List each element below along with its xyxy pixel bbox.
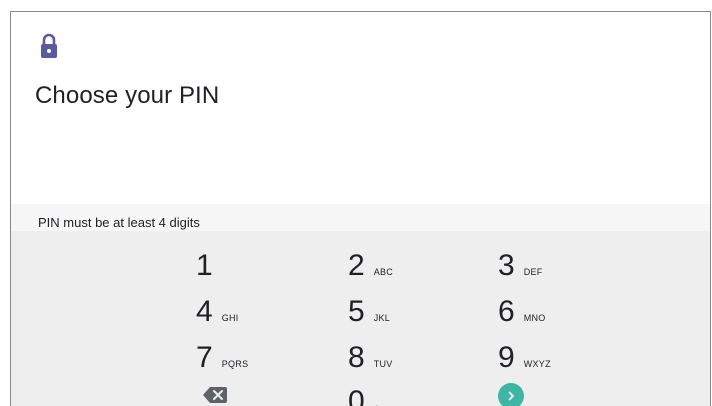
key-digit: 4 <box>196 295 213 328</box>
key-letters: MNO <box>523 313 546 323</box>
key-letters: ABC <box>373 267 394 277</box>
key-digit: 3 <box>498 249 515 282</box>
key-letters: JKL <box>373 313 391 323</box>
key-1[interactable]: 1 <box>196 243 213 283</box>
helper-text: PIN must be at least 4 digits <box>38 215 200 230</box>
key-9[interactable]: 9 WXYZ <box>498 335 551 375</box>
next-button[interactable] <box>498 383 524 406</box>
numeric-keypad: 1 2 ABC 3 DEF 4 GHI 5 JKL 6 MNO 7 PQRS 8 <box>11 231 710 406</box>
key-digit: 0 <box>348 385 365 406</box>
key-letters: WXYZ <box>523 359 551 369</box>
key-7[interactable]: 7 PQRS <box>196 335 248 375</box>
key-digit: 7 <box>196 341 213 374</box>
key-2[interactable]: 2 ABC <box>348 243 393 283</box>
key-0[interactable]: 0 + <box>348 379 379 406</box>
key-digit: 2 <box>348 249 365 282</box>
key-5[interactable]: 5 JKL <box>348 289 390 329</box>
key-letters: TUV <box>373 359 393 369</box>
key-4[interactable]: 4 GHI <box>196 289 239 329</box>
chevron-right-icon <box>508 391 514 401</box>
lock-icon <box>41 33 57 58</box>
key-letters: PQRS <box>221 359 249 369</box>
key-digit: 5 <box>348 295 365 328</box>
pin-input[interactable] <box>38 162 698 206</box>
key-3[interactable]: 3 DEF <box>498 243 543 283</box>
key-8[interactable]: 8 TUV <box>348 335 393 375</box>
key-letters: GHI <box>221 313 239 323</box>
key-digit: 9 <box>498 341 515 374</box>
key-digit: 8 <box>348 341 365 374</box>
key-digit: 6 <box>498 295 515 328</box>
key-6[interactable]: 6 MNO <box>498 289 546 329</box>
key-digit: 1 <box>196 249 213 282</box>
backspace-icon[interactable] <box>202 385 228 405</box>
page-title: Choose your PIN <box>35 82 220 109</box>
pin-setup-screen: Choose your PIN PIN must be at least 4 d… <box>10 11 711 406</box>
key-letters: DEF <box>523 267 543 277</box>
